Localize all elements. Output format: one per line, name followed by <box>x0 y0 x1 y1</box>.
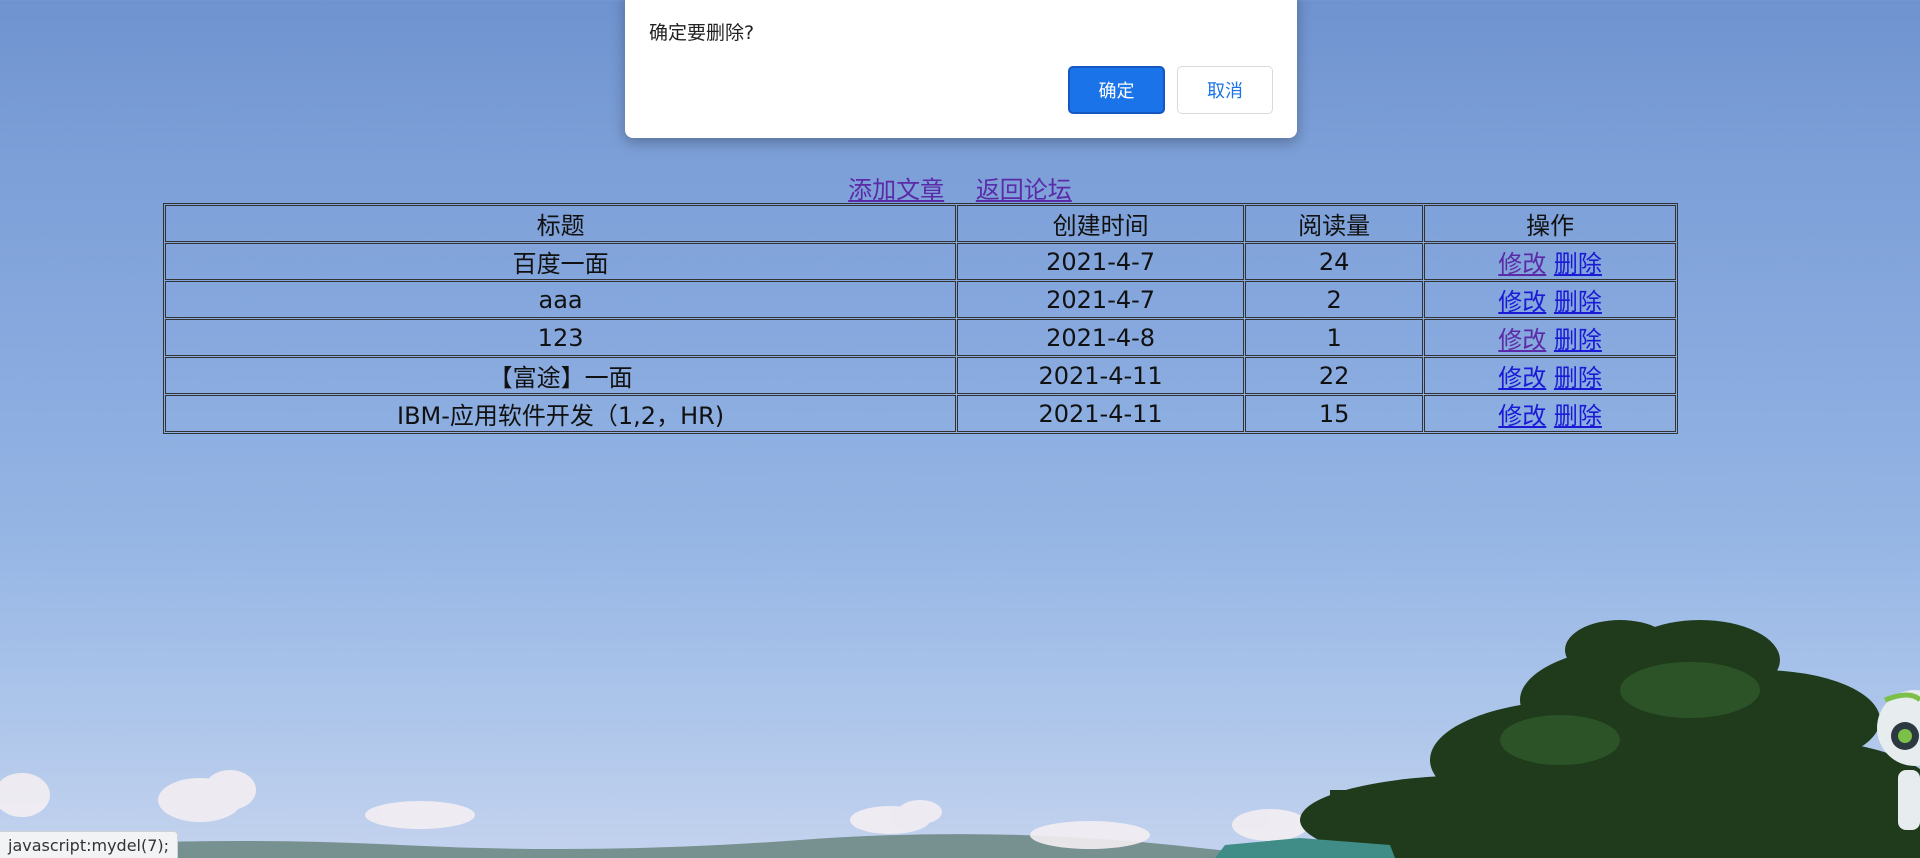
delete-link[interactable]: 删除 <box>1554 402 1602 430</box>
cell-created: 2021-4-11 <box>957 357 1244 394</box>
edit-link[interactable]: 修改 <box>1498 364 1546 392</box>
cell-title: 【富途】一面 <box>165 357 957 394</box>
table-row: 【富途】一面 2021-4-11 22 修改 删除 <box>165 357 1676 394</box>
edit-link[interactable]: 修改 <box>1498 326 1546 354</box>
cancel-button[interactable]: 取消 <box>1177 66 1273 114</box>
confirm-button[interactable]: 确定 <box>1068 66 1165 114</box>
edit-link[interactable]: 修改 <box>1498 250 1546 278</box>
edit-link[interactable]: 修改 <box>1498 288 1546 316</box>
edit-link[interactable]: 修改 <box>1498 402 1546 430</box>
cell-created: 2021-4-11 <box>957 395 1244 432</box>
cell-actions: 修改 删除 <box>1424 357 1676 394</box>
cell-reads: 22 <box>1245 357 1424 394</box>
cell-actions: 修改 删除 <box>1424 319 1676 356</box>
cell-title: 123 <box>165 319 957 356</box>
page-links: 添加文章 返回论坛 <box>0 170 1920 205</box>
dialog-message: 确定要删除? <box>649 22 755 44</box>
back-to-forum-link[interactable]: 返回论坛 <box>976 176 1072 204</box>
table-row: 123 2021-4-8 1 修改 删除 <box>165 319 1676 356</box>
header-title: 标题 <box>165 205 957 242</box>
cell-title: 百度一面 <box>165 243 957 280</box>
confirm-dialog: 确定要删除? 确定 取消 <box>625 0 1297 138</box>
table-header-row: 标题 创建时间 阅读量 操作 <box>165 205 1676 242</box>
header-created-time: 创建时间 <box>957 205 1244 242</box>
delete-link[interactable]: 删除 <box>1554 364 1602 392</box>
cell-reads: 15 <box>1245 395 1424 432</box>
status-bar-url: javascript:mydel(7); <box>0 831 179 858</box>
articles-table: 标题 创建时间 阅读量 操作 百度一面 2021-4-7 24 修改 删除 aa… <box>163 203 1678 434</box>
delete-link[interactable]: 删除 <box>1554 288 1602 316</box>
cell-actions: 修改 删除 <box>1424 281 1676 318</box>
table-row: aaa 2021-4-7 2 修改 删除 <box>165 281 1676 318</box>
cell-title: aaa <box>165 281 957 318</box>
header-read-count: 阅读量 <box>1245 205 1424 242</box>
cell-reads: 2 <box>1245 281 1424 318</box>
header-actions: 操作 <box>1424 205 1676 242</box>
delete-link[interactable]: 删除 <box>1554 250 1602 278</box>
cell-actions: 修改 删除 <box>1424 395 1676 432</box>
cell-reads: 1 <box>1245 319 1424 356</box>
table-row: 百度一面 2021-4-7 24 修改 删除 <box>165 243 1676 280</box>
cell-title: IBM-应用软件开发（1,2，HR) <box>165 395 957 432</box>
table-row: IBM-应用软件开发（1,2，HR) 2021-4-11 15 修改 删除 <box>165 395 1676 432</box>
add-article-link[interactable]: 添加文章 <box>848 176 944 204</box>
cell-reads: 24 <box>1245 243 1424 280</box>
cell-created: 2021-4-7 <box>957 281 1244 318</box>
delete-link[interactable]: 删除 <box>1554 326 1602 354</box>
cell-created: 2021-4-7 <box>957 243 1244 280</box>
cell-actions: 修改 删除 <box>1424 243 1676 280</box>
cell-created: 2021-4-8 <box>957 319 1244 356</box>
